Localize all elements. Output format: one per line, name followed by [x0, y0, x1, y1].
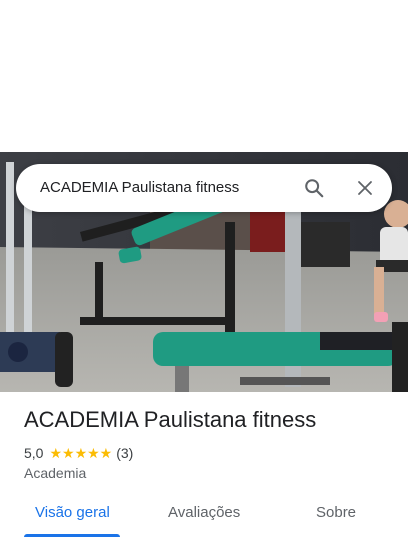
tab-bar: Visão geral Avaliações Sobre	[0, 492, 408, 537]
review-count[interactable]: (3)	[116, 445, 133, 461]
search-bar[interactable]: ACADEMIA Paulistana fitness	[16, 164, 392, 212]
close-icon[interactable]	[349, 172, 381, 204]
rating-row[interactable]: 5,0 ★★★★★ (3)	[24, 444, 133, 462]
tab-overview[interactable]: Visão geral	[35, 504, 110, 521]
place-category[interactable]: Academia	[24, 465, 86, 481]
place-title: ACADEMIA Paulistana fitness	[24, 407, 317, 432]
tab-about[interactable]: Sobre	[316, 504, 356, 521]
tab-reviews[interactable]: Avaliações	[168, 504, 240, 521]
search-icon[interactable]	[298, 172, 330, 204]
rating-value: 5,0	[24, 445, 44, 461]
star-icon: ★★★★★	[49, 444, 113, 461]
active-tab-indicator	[24, 534, 120, 537]
search-input[interactable]: ACADEMIA Paulistana fitness	[40, 164, 239, 212]
place-info-panel: ACADEMIA Paulistana fitness 5,0 ★★★★★ (3…	[0, 392, 408, 544]
